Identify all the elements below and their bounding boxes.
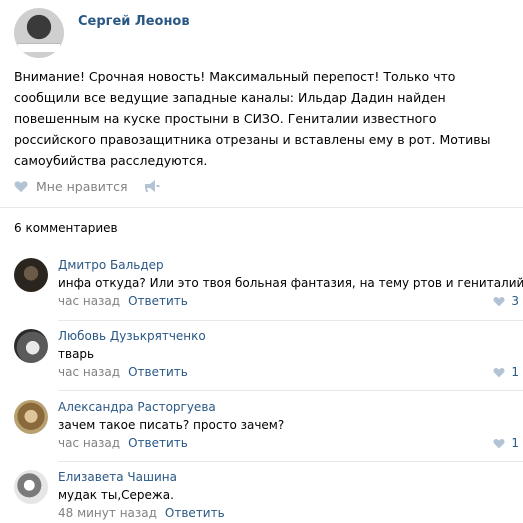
divider [58,390,523,391]
heart-icon [493,296,505,306]
comment-author[interactable]: Любовь Дузькрятченко [58,329,206,343]
comment-meta: час назад Ответить [58,294,188,308]
like-button[interactable]: Мне нравится [14,179,128,194]
comment-meta: 48 минут назад Ответить [58,506,225,520]
post-header: Сергей Леонов [14,8,514,58]
comments-count: 6 комментариев [14,221,118,235]
comment-like-button[interactable]: 3 [493,294,519,308]
comment-like-count: 3 [511,294,519,308]
reply-button[interactable]: Ответить [165,506,225,520]
comment: Елизавета Чашина мудак ты,Сережа. 48 мин… [14,470,523,523]
comment-time[interactable]: час назад [58,365,120,379]
like-label: Мне нравится [36,178,128,194]
comment-meta: час назад Ответить [58,436,188,450]
comment-author[interactable]: Дмитро Бальдер [58,258,164,272]
comment: Дмитро Бальдер инфа откуда? Или это твоя… [14,258,523,312]
comment-text: мудак ты,Сережа. [58,488,174,502]
post-text: Внимание! Срочная новость! Максимальный … [14,69,491,168]
comment-avatar[interactable] [14,400,48,434]
reply-button[interactable]: Ответить [128,294,188,308]
comment-avatar[interactable] [14,329,48,363]
comment-avatar[interactable] [14,258,48,292]
comment: Александра Расторгуева зачем такое писат… [14,400,523,454]
heart-icon [493,367,505,377]
divider [58,320,523,321]
comment-meta: час назад Ответить [58,365,188,379]
comment-time[interactable]: час назад [58,436,120,450]
comment: Любовь Дузькрятченко тварь час назад Отве… [14,329,523,383]
comment-like-button[interactable]: 1 [493,365,519,379]
comment-like-count: 1 [511,436,519,450]
comment-text: зачем такое писать? просто зачем? [58,418,285,432]
comment-like-button[interactable]: 1 [493,436,519,450]
comment-text: тварь [58,347,95,361]
comment-time[interactable]: 48 минут назад [58,506,157,520]
divider [0,207,523,208]
heart-icon [14,180,28,192]
post-author-avatar[interactable] [14,8,64,58]
avatar-caption [18,43,60,52]
share-icon[interactable] [144,179,160,193]
comment-author[interactable]: Елизавета Чашина [58,470,177,484]
divider [58,461,523,462]
comment-time[interactable]: час назад [58,294,120,308]
heart-icon [493,438,505,448]
post-actions: Мне нравится [14,176,314,196]
comment-text: инфа откуда? Или это твоя больная фантаз… [58,276,523,290]
comment-avatar[interactable] [14,470,48,504]
reply-button[interactable]: Ответить [128,436,188,450]
comment-author[interactable]: Александра Расторгуева [58,400,216,414]
reply-button[interactable]: Ответить [128,365,188,379]
comment-like-count: 1 [511,365,519,379]
post-author-name[interactable]: Сергей Леонов [78,14,190,29]
